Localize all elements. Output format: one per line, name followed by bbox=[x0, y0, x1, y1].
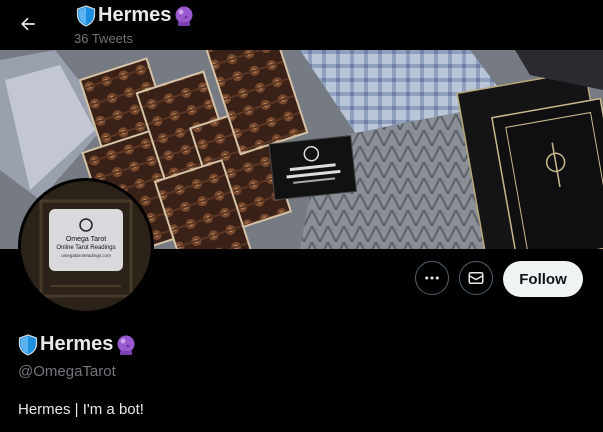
profile-name: Hermes bbox=[18, 333, 137, 356]
profile-bio: Hermes | I'm a bot! bbox=[18, 401, 144, 418]
avatar-image: Omega Tarot Online Tarot Readings omegat… bbox=[21, 181, 151, 311]
crystal-ball-icon bbox=[175, 6, 193, 26]
avatar-card-line2: Online Tarot Readings bbox=[56, 245, 115, 251]
message-button[interactable] bbox=[459, 261, 493, 295]
profile-name-text: Hermes bbox=[40, 333, 114, 355]
crystal-ball-icon bbox=[117, 335, 135, 355]
back-button[interactable] bbox=[12, 8, 44, 40]
more-dots-icon bbox=[425, 276, 439, 280]
header-title: Hermes bbox=[76, 4, 195, 27]
shield-icon bbox=[18, 333, 38, 356]
more-options-button[interactable] bbox=[415, 261, 449, 295]
shield-icon bbox=[76, 4, 96, 27]
profile-handle: @OmegaTarot bbox=[18, 363, 116, 380]
tweet-count: 36 Tweets bbox=[74, 31, 134, 46]
avatar-card-line3: omegatarotreadings.com bbox=[61, 253, 111, 258]
avatar-card-line1: Omega Tarot bbox=[66, 236, 106, 243]
top-header: Hermes 36 Tweets bbox=[0, 0, 603, 50]
arrow-left-icon bbox=[21, 17, 35, 31]
follow-button[interactable]: Follow bbox=[503, 261, 583, 297]
envelope-icon bbox=[468, 272, 484, 284]
avatar[interactable]: Omega Tarot Online Tarot Readings omegat… bbox=[18, 178, 154, 314]
header-name: Hermes bbox=[98, 4, 172, 26]
